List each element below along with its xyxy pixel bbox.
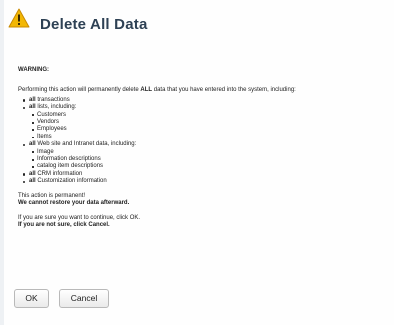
- item-all-label: all: [29, 170, 36, 177]
- dialog-title: Delete All Data: [40, 16, 148, 33]
- continue-instruction: If you are sure you want to continue, cl…: [18, 214, 141, 221]
- cancel-button[interactable]: Cancel: [59, 289, 109, 308]
- deleted-items-list: all transactions all lists, including: C…: [18, 97, 388, 186]
- intro-text: Performing this action will permanently …: [18, 87, 388, 94]
- dialog-body: WARNING: Performing this action will per…: [18, 67, 388, 229]
- cannot-restore-warning: We cannot restore your data afterward.: [18, 200, 130, 207]
- warning-heading: WARNING:: [18, 67, 49, 73]
- item-text: transactions: [35, 96, 70, 103]
- delete-all-data-dialog: Delete All Data WARNING: Performing this…: [0, 0, 394, 325]
- item-all-label: all: [29, 141, 36, 148]
- sub-list: Image Information descriptions catalog i…: [29, 149, 388, 171]
- item-all-label: all: [29, 96, 36, 103]
- intro-post: data that you have entered into the syst…: [152, 87, 296, 94]
- list-item: all lists, including: Customers Vendors …: [18, 104, 388, 141]
- sub-list: Customers Vendors Employees Items: [29, 112, 388, 142]
- item-text: Web site and Intranet data, including:: [35, 141, 137, 148]
- dialog-left-edge: [0, 0, 4, 325]
- item-all-label: all: [29, 104, 36, 111]
- list-item: all CRM information: [18, 171, 388, 178]
- sub-list-item: Information descriptions: [29, 156, 388, 163]
- warning-triangle-icon: [8, 8, 30, 28]
- item-all-label: all: [29, 178, 36, 185]
- permanent-warning: This action is permanent!: [18, 192, 86, 199]
- cancel-instruction: If you are not sure, click Cancel.: [18, 221, 110, 228]
- intro-pre: Performing this action will permanently …: [18, 87, 141, 94]
- item-text: Customization information: [35, 178, 107, 185]
- sub-list-item: catalog item descriptions: [29, 163, 388, 170]
- sub-list-item: Vendors: [29, 119, 388, 126]
- sub-list-item: Items: [29, 134, 388, 141]
- sub-list-item: Employees: [29, 126, 388, 133]
- intro-bold: ALL: [140, 87, 153, 94]
- dialog-header: Delete All Data: [8, 6, 388, 46]
- item-text: lists, including:: [35, 104, 77, 111]
- sub-list-item: Image: [29, 149, 388, 156]
- list-item: all Customization information: [18, 178, 388, 185]
- list-item: all Web site and Intranet data, includin…: [18, 141, 388, 171]
- list-item: all transactions: [18, 97, 388, 104]
- ok-button[interactable]: OK: [14, 289, 49, 308]
- sub-list-item: Customers: [29, 112, 388, 119]
- item-text: CRM information: [35, 170, 83, 177]
